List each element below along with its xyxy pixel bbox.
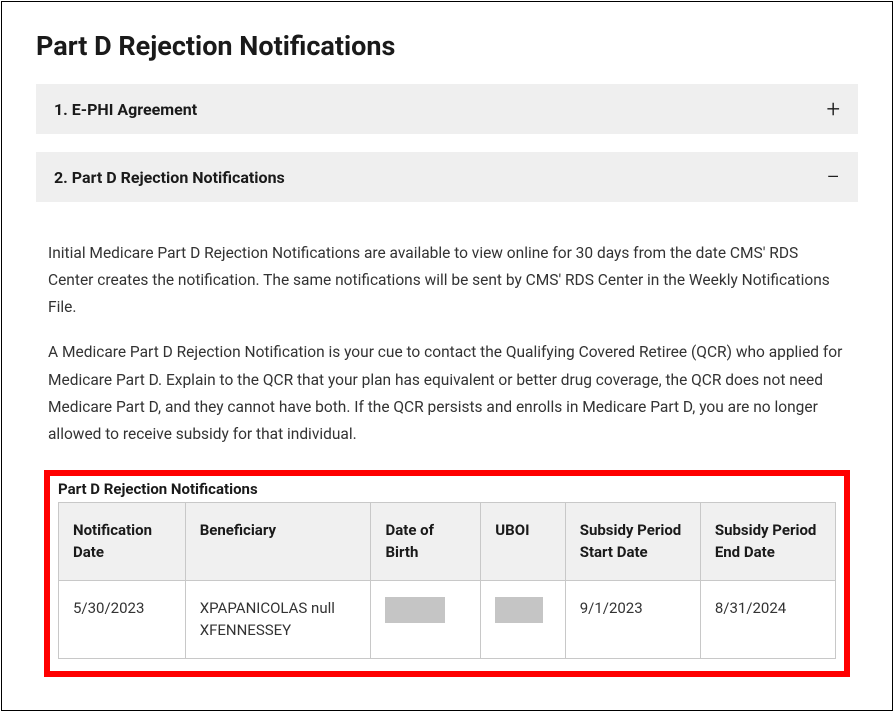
table-caption: Part D Rejection Notifications — [58, 480, 836, 498]
cell-uboi — [481, 580, 565, 658]
header-notification-date: Notification Date — [59, 502, 186, 580]
table-header-row: Notification Date Beneficiary Date of Bi… — [59, 502, 836, 580]
highlighted-table-section: Part D Rejection Notifications Notificat… — [44, 470, 850, 677]
cell-beneficiary: XPAPANICOLAS null XFENNESSEY — [185, 580, 371, 658]
minus-icon: − — [826, 165, 840, 189]
plus-icon: + — [826, 97, 840, 121]
cell-notification-date: 5/30/2023 — [59, 580, 186, 658]
accordion-part-d-rejection[interactable]: 2. Part D Rejection Notifications − — [36, 152, 858, 202]
header-uboi: UBOI — [481, 502, 565, 580]
header-period-start: Subsidy Period Start Date — [565, 502, 700, 580]
table-row: 5/30/2023 XPAPANICOLAS null XFENNESSEY 9… — [59, 580, 836, 658]
accordion-title: 1. E-PHI Agreement — [54, 100, 197, 119]
rejection-notifications-table: Notification Date Beneficiary Date of Bi… — [58, 502, 836, 659]
redacted-uboi — [495, 597, 543, 623]
cell-period-end: 8/31/2024 — [700, 580, 835, 658]
intro-paragraph-1: Initial Medicare Part D Rejection Notifi… — [48, 240, 846, 321]
intro-paragraph-2: A Medicare Part D Rejection Notification… — [48, 339, 846, 448]
accordion-content: Initial Medicare Part D Rejection Notifi… — [36, 220, 858, 677]
accordion-ephi-agreement[interactable]: 1. E-PHI Agreement + — [36, 84, 858, 134]
page-title: Part D Rejection Notifications — [36, 30, 858, 62]
header-dob: Date of Birth — [371, 502, 481, 580]
redacted-dob — [385, 597, 445, 623]
accordion-title: 2. Part D Rejection Notifications — [54, 168, 285, 187]
header-beneficiary: Beneficiary — [185, 502, 371, 580]
header-period-end: Subsidy Period End Date — [700, 502, 835, 580]
cell-dob — [371, 580, 481, 658]
cell-period-start: 9/1/2023 — [565, 580, 700, 658]
page-frame: Part D Rejection Notifications 1. E-PHI … — [1, 1, 893, 711]
